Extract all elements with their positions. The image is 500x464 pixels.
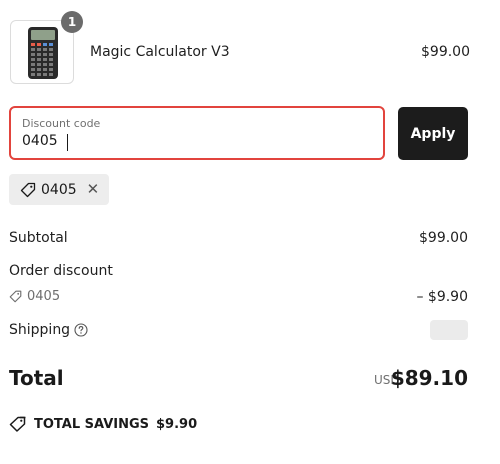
total-label: Total [9,366,64,390]
savings-tag-icon [9,416,26,432]
calculator-image [28,27,58,79]
tag-icon [20,182,36,197]
tag-icon [9,290,22,303]
subtotal-value: $99.00 [419,230,468,246]
applied-discount-chip: 0405 ✕ [9,174,109,205]
order-discount-label: Order discount [9,263,113,279]
order-discount-code-text: 0405 [27,289,61,304]
close-icon[interactable]: ✕ [87,182,100,197]
apply-button[interactable]: Apply [398,107,468,160]
discount-code-field[interactable]: Discount code [9,106,385,160]
total-value: $89.10 [390,366,468,390]
total-savings: TOTAL SAVINGS $9.90 [9,416,197,432]
shipping-value-placeholder [430,320,468,340]
question-icon[interactable] [74,323,88,337]
discount-code-label: Discount code [22,117,101,130]
shipping-label: Shipping [9,322,71,338]
order-discount-value: – $9.90 [416,289,468,305]
subtotal-label: Subtotal [9,230,68,246]
line-item: 1 Magic Calculator V3 $99.00 [10,11,470,86]
text-caret [67,134,68,151]
discount-code-input[interactable] [22,133,362,149]
total-savings-amount: $9.90 [156,416,198,432]
quantity-badge: 1 [61,11,83,33]
total-savings-label: TOTAL SAVINGS [34,416,150,432]
product-price: $99.00 [421,44,470,60]
order-discount-code: 0405 [9,289,60,304]
product-name: Magic Calculator V3 [90,44,230,60]
applied-code-text: 0405 [41,181,77,198]
